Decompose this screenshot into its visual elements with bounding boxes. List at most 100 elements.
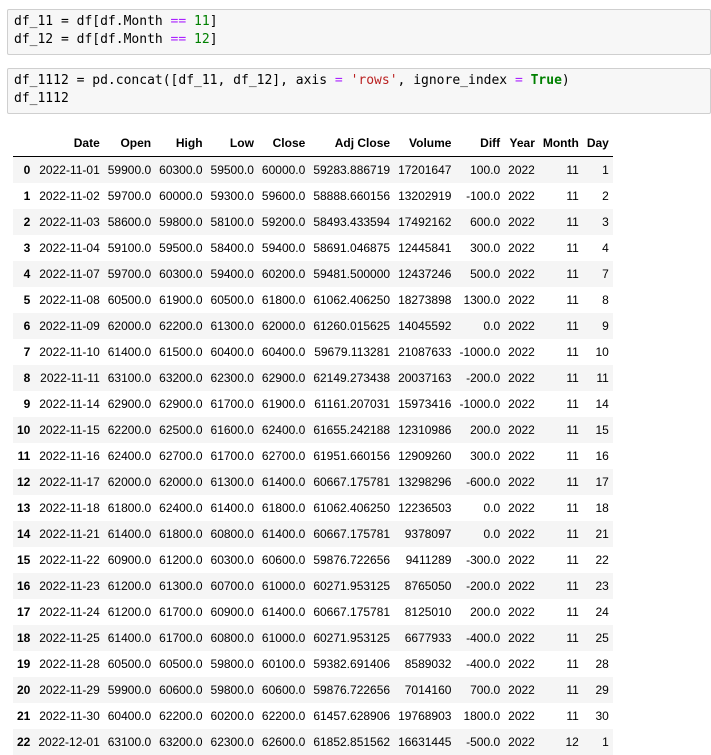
- row-index: 14: [13, 521, 34, 547]
- table-cell: 14045592: [394, 313, 455, 339]
- table-cell: 2022: [504, 495, 539, 521]
- table-cell: 13202919: [394, 183, 455, 209]
- table-cell: 59876.722656: [309, 677, 394, 703]
- table-cell: 2022-11-28: [34, 651, 103, 677]
- table-cell: 62400.0: [104, 443, 155, 469]
- table-cell: 60000.0: [258, 157, 309, 184]
- table-cell: 8589032: [394, 651, 455, 677]
- table-cell: 200.0: [455, 599, 504, 625]
- row-index: 5: [13, 287, 34, 313]
- table-cell: 61000.0: [258, 625, 309, 651]
- table-cell: 2022-11-17: [34, 469, 103, 495]
- table-cell: 2022: [504, 157, 539, 184]
- table-cell: 11: [539, 703, 583, 729]
- table-cell: 58400.0: [207, 235, 258, 261]
- table-cell: 60500.0: [104, 651, 155, 677]
- table-cell: 2022-11-23: [34, 573, 103, 599]
- column-header: Diff: [455, 130, 504, 157]
- table-cell: 61200.0: [104, 573, 155, 599]
- table-cell: -200.0: [455, 365, 504, 391]
- table-row: 162022-11-2361200.061300.060700.061000.0…: [13, 573, 613, 599]
- table-cell: 2022: [504, 313, 539, 339]
- table-row: 52022-11-0860500.061900.060500.061800.06…: [13, 287, 613, 313]
- table-cell: 61260.015625: [309, 313, 394, 339]
- table-cell: 11: [539, 157, 583, 184]
- table-cell: 2022-11-14: [34, 391, 103, 417]
- code-line: df_1112: [14, 91, 69, 106]
- table-cell: 62000.0: [104, 469, 155, 495]
- table-cell: 58100.0: [207, 209, 258, 235]
- table-cell: 11: [539, 261, 583, 287]
- table-cell: 60200.0: [258, 261, 309, 287]
- table-cell: 2: [583, 183, 613, 209]
- row-index: 6: [13, 313, 34, 339]
- table-cell: 63100.0: [104, 365, 155, 391]
- row-index: 18: [13, 625, 34, 651]
- row-index: 12: [13, 469, 34, 495]
- table-cell: 2022-11-01: [34, 157, 103, 184]
- table-cell: 9411289: [394, 547, 455, 573]
- table-cell: 61400.0: [258, 599, 309, 625]
- table-cell: 60300.0: [207, 547, 258, 573]
- table-cell: 60800.0: [207, 521, 258, 547]
- table-cell: 2022-11-21: [34, 521, 103, 547]
- table-cell: 59679.113281: [309, 339, 394, 365]
- table-cell: 500.0: [455, 261, 504, 287]
- table-cell: -400.0: [455, 625, 504, 651]
- table-cell: 58691.046875: [309, 235, 394, 261]
- table-cell: 30: [583, 703, 613, 729]
- code-cell-concat[interactable]: df_1112 = pd.concat([df_11, df_12], axis…: [7, 68, 711, 114]
- table-row: 02022-11-0159900.060300.059500.060000.05…: [13, 157, 613, 184]
- row-index: 13: [13, 495, 34, 521]
- table-cell: 62900.0: [104, 391, 155, 417]
- row-index: 15: [13, 547, 34, 573]
- table-cell: 61300.0: [207, 313, 258, 339]
- table-cell: 62500.0: [155, 417, 206, 443]
- table-row: 122022-11-1762000.062000.061300.061400.0…: [13, 469, 613, 495]
- column-header: Date: [34, 130, 103, 157]
- table-cell: 61457.628906: [309, 703, 394, 729]
- table-cell: -500.0: [455, 729, 504, 755]
- table-cell: 12437246: [394, 261, 455, 287]
- table-cell: 2022-11-25: [34, 625, 103, 651]
- table-cell: 63100.0: [104, 729, 155, 755]
- table-cell: 2022: [504, 677, 539, 703]
- table-cell: 61900.0: [258, 391, 309, 417]
- table-cell: 60300.0: [155, 261, 206, 287]
- table-row: 42022-11-0759700.060300.059400.060200.05…: [13, 261, 613, 287]
- table-cell: 11: [539, 469, 583, 495]
- row-index: 7: [13, 339, 34, 365]
- table-cell: 11: [539, 651, 583, 677]
- table-cell: 60667.175781: [309, 469, 394, 495]
- table-cell: 61951.660156: [309, 443, 394, 469]
- table-cell: 2022: [504, 547, 539, 573]
- table-cell: 61800.0: [258, 495, 309, 521]
- table-cell: 21: [583, 521, 613, 547]
- row-index: 17: [13, 599, 34, 625]
- table-cell: 2022: [504, 235, 539, 261]
- row-index: 3: [13, 235, 34, 261]
- column-header: Open: [104, 130, 155, 157]
- table-row: 102022-11-1562200.062500.061600.062400.0…: [13, 417, 613, 443]
- table-cell: 7: [583, 261, 613, 287]
- code-cell-split-months[interactable]: df_11 = df[df.Month == 11] df_12 = df[df…: [7, 9, 711, 55]
- table-cell: 60900.0: [207, 599, 258, 625]
- table-cell: 2022: [504, 209, 539, 235]
- table-cell: 0.0: [455, 495, 504, 521]
- table-cell: 300.0: [455, 235, 504, 261]
- table-cell: 61300.0: [207, 469, 258, 495]
- table-cell: 2022-11-02: [34, 183, 103, 209]
- table-cell: 2022-11-15: [34, 417, 103, 443]
- table-cell: 62400.0: [155, 495, 206, 521]
- table-cell: 2022-11-18: [34, 495, 103, 521]
- row-index: 21: [13, 703, 34, 729]
- table-cell: 11: [539, 313, 583, 339]
- table-cell: 11: [539, 235, 583, 261]
- table-cell: 62300.0: [207, 365, 258, 391]
- table-cell: 1300.0: [455, 287, 504, 313]
- table-cell: 62400.0: [258, 417, 309, 443]
- table-cell: 62200.0: [104, 417, 155, 443]
- table-cell: 60400.0: [258, 339, 309, 365]
- table-cell: 61200.0: [104, 599, 155, 625]
- table-cell: 2022-12-01: [34, 729, 103, 755]
